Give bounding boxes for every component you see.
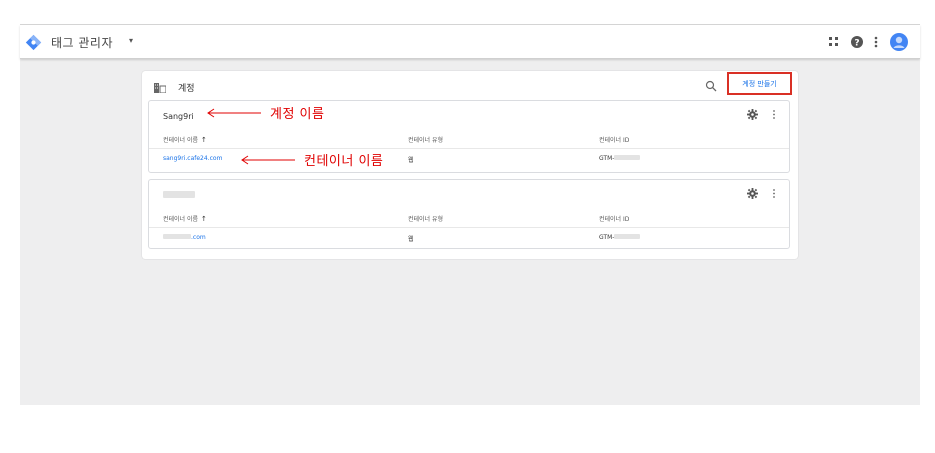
apps-grid-icon[interactable]: [828, 35, 840, 49]
column-header-container-type: 컨테이너 유형: [408, 216, 444, 223]
top-bar: 태그 관리자 ▾ ?: [20, 25, 920, 59]
gear-icon[interactable]: [747, 188, 758, 199]
building-icon: [154, 83, 166, 93]
column-header-container-type: 컨테이너 유형: [408, 137, 444, 144]
app-title: 태그 관리자: [51, 36, 114, 50]
redacted-block: [614, 234, 641, 239]
accounts-title: 계정: [178, 84, 195, 94]
column-header-container-name[interactable]: 컨테이너 이름 ↑: [163, 135, 207, 144]
column-header-container-id: 컨테이너 ID: [599, 137, 630, 144]
redacted-block: [163, 234, 191, 239]
column-header-container-id: 컨테이너 ID: [599, 216, 630, 223]
create-account-button[interactable]: 계정 만들기: [727, 72, 792, 95]
accounts-card: 계정 계정 만들기 Sang9ri 컨테이너 이름 ↑ 컨테이너 유형 컨테이너…: [142, 71, 798, 259]
more-vert-icon[interactable]: [771, 109, 777, 120]
container-id: GTM-: [599, 155, 641, 162]
account-panel: 컨테이너 이름 ↑ 컨테이너 유형 컨테이너 ID .com 웹 GTM-: [148, 179, 790, 249]
row-divider: [149, 148, 789, 149]
svg-text:?: ?: [854, 39, 859, 49]
column-header-container-name[interactable]: 컨테이너 이름 ↑: [163, 214, 207, 223]
account-avatar-icon[interactable]: [890, 33, 908, 51]
container-id: GTM-: [599, 234, 641, 241]
redacted-account-name: [163, 191, 195, 198]
container-name-link[interactable]: sang9ri.cafe24.com: [163, 155, 222, 162]
account-name[interactable]: Sang9ri: [163, 112, 194, 121]
sort-arrow-icon: ↑: [201, 136, 207, 144]
more-vert-icon[interactable]: [771, 188, 777, 199]
annotation-arrow-container: [241, 155, 295, 165]
annotation-account-name: 계정 이름: [270, 107, 325, 122]
container-type: 웹: [408, 157, 414, 164]
container-name-link[interactable]: .com: [163, 234, 206, 241]
row-divider: [149, 227, 789, 228]
accounts-card-header: 계정 계정 만들기: [142, 71, 798, 101]
tag-manager-logo-icon[interactable]: [25, 34, 42, 51]
search-icon[interactable]: [705, 80, 717, 92]
help-icon[interactable]: ?: [850, 35, 864, 49]
redacted-block: [614, 155, 641, 160]
sort-arrow-icon: ↑: [201, 215, 207, 223]
app-frame: 태그 관리자 ▾ ? 계정 계정 만들기 Sang9ri 컨테이너 이름 ↑ 컨…: [20, 24, 920, 405]
container-type: 웹: [408, 236, 414, 243]
more-vert-icon[interactable]: [872, 35, 880, 49]
container-dropdown-icon[interactable]: ▾: [129, 36, 133, 45]
annotation-container-name: 컨테이너 이름: [304, 154, 384, 169]
gear-icon[interactable]: [747, 109, 758, 120]
annotation-arrow-account: [207, 108, 261, 118]
